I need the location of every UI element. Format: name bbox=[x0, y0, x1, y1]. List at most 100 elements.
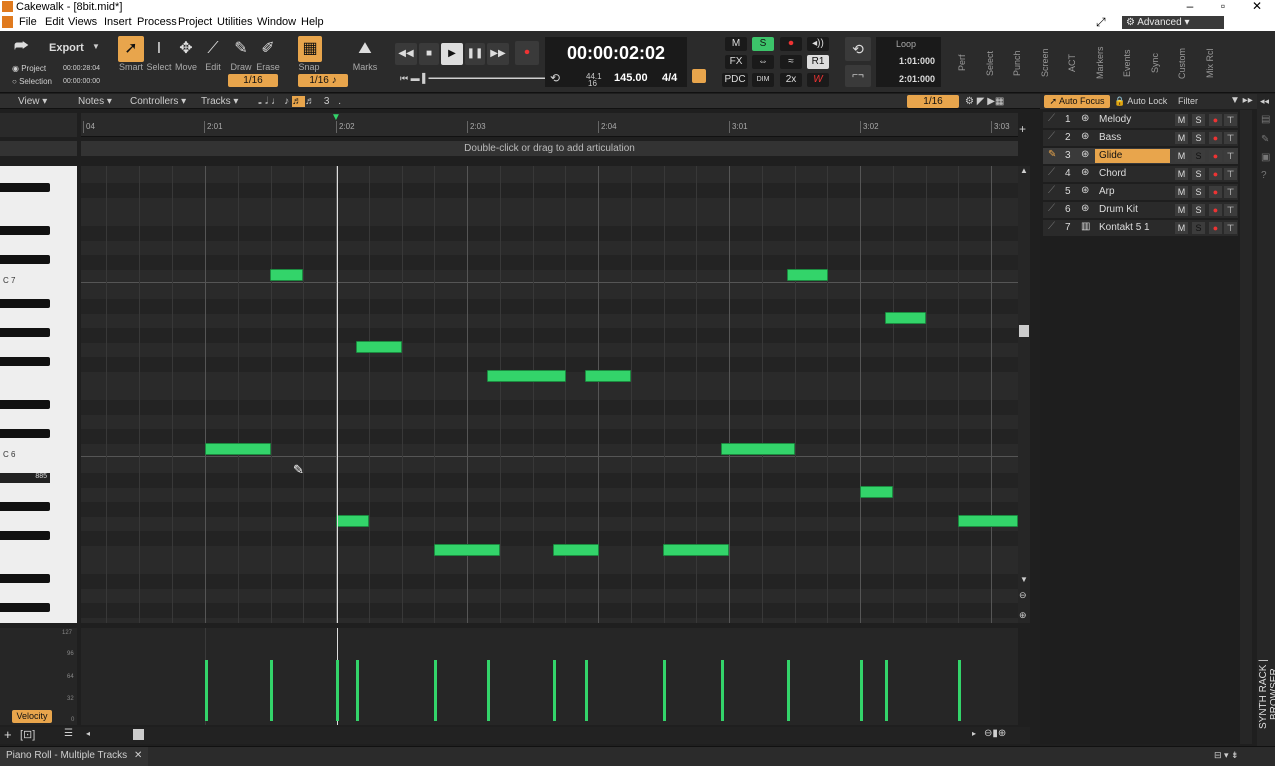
track-name[interactable]: Glide bbox=[1095, 149, 1170, 163]
track-row[interactable]: ⟋ 7 ▥ Kontakt 5 1 M S ● ⊤ bbox=[1043, 220, 1238, 236]
automation-button[interactable]: ≈ bbox=[780, 55, 802, 69]
menu-window[interactable]: Window bbox=[257, 16, 296, 28]
midi-note[interactable] bbox=[356, 341, 402, 353]
export-dropdown-icon[interactable]: ▼ bbox=[92, 42, 100, 51]
track-name[interactable]: Arp bbox=[1095, 185, 1170, 199]
fit-icon[interactable]: [⊡] bbox=[20, 728, 35, 741]
dock-options-icon[interactable]: ⊟ ▾ ⇟ bbox=[1214, 750, 1239, 761]
screen-module-tab[interactable]: Screen bbox=[1033, 37, 1057, 89]
hzoom-icons[interactable]: ⊖▮⊕ bbox=[984, 728, 1006, 739]
record-button[interactable]: ⏺ bbox=[515, 41, 539, 65]
midi-note[interactable] bbox=[663, 544, 729, 556]
menu-help[interactable]: Help bbox=[301, 16, 324, 28]
track-solo-button[interactable]: S bbox=[1192, 186, 1205, 198]
track-mute-button[interactable]: M bbox=[1175, 186, 1188, 198]
browser-icon[interactable]: ▤ bbox=[1261, 114, 1270, 125]
mixrcl-module-tab[interactable]: Mix Rcl bbox=[1198, 37, 1222, 89]
rewind-button[interactable]: ◀◀ bbox=[395, 43, 417, 65]
read-button[interactable]: R1 bbox=[807, 55, 829, 69]
velocity-bar[interactable] bbox=[721, 660, 724, 721]
velocity-bar[interactable] bbox=[585, 660, 588, 721]
track-row[interactable]: ⟋ 6 ⊛ Drum Kit M S ● ⊤ bbox=[1043, 202, 1238, 218]
midi-note[interactable] bbox=[487, 370, 566, 382]
loop-start[interactable]: 1:01:000 bbox=[899, 56, 935, 66]
track-name[interactable]: Chord bbox=[1095, 167, 1170, 181]
velocity-bar[interactable] bbox=[787, 660, 790, 721]
pencil-icon[interactable]: ⟋ bbox=[1048, 221, 1055, 232]
track-arm-button[interactable]: ● bbox=[1209, 186, 1222, 198]
notes-menu[interactable]: Notes ▾ bbox=[78, 95, 112, 108]
black-key[interactable] bbox=[0, 226, 50, 235]
custom-module-tab[interactable]: Custom bbox=[1170, 37, 1194, 89]
smart-tool-button[interactable]: ➚ bbox=[118, 36, 144, 62]
help-icon[interactable]: ? bbox=[1261, 170, 1267, 181]
track-row[interactable]: ⟋ 4 ⊛ Chord M S ● ⊤ bbox=[1043, 166, 1238, 182]
black-key[interactable] bbox=[0, 357, 50, 366]
track-mute-button[interactable]: M bbox=[1175, 204, 1188, 216]
vertical-scrollbar[interactable]: ▲ ▼ ⊖ ⊕ bbox=[1018, 166, 1030, 623]
track-row[interactable]: ✎ 3 ⊛ Glide M S ● ⊤ bbox=[1043, 148, 1238, 164]
track-mute-button[interactable]: M bbox=[1175, 168, 1188, 180]
track-solo-button[interactable]: S bbox=[1192, 168, 1205, 180]
dim-button[interactable]: DIM bbox=[752, 73, 774, 87]
velocity-bar[interactable] bbox=[860, 660, 863, 721]
workspace-select[interactable]: ⚙ Advanced ▾ bbox=[1122, 16, 1224, 29]
velocity-bar[interactable] bbox=[434, 660, 437, 721]
snap-value[interactable]: 1/16 ♪ bbox=[298, 74, 348, 87]
pause-button[interactable]: ❚❚ bbox=[465, 43, 485, 65]
snap-grid-button[interactable]: ▦ bbox=[298, 36, 322, 62]
scroll-thumb[interactable] bbox=[1019, 325, 1029, 337]
menu-insert[interactable]: Insert bbox=[104, 16, 132, 28]
piano-keyboard[interactable]: C 7 C 6 885 bbox=[0, 166, 77, 623]
track-name[interactable]: Drum Kit bbox=[1095, 203, 1170, 217]
track-filter-icon[interactable]: ⊤ bbox=[1224, 150, 1237, 162]
punch-toggle-icon[interactable]: ⌐¬ bbox=[845, 65, 871, 87]
scroll-right-icon[interactable]: ▸ bbox=[972, 729, 976, 738]
now-time-marker-icon[interactable]: ▼ bbox=[331, 112, 341, 123]
sync-module-tab[interactable]: Sync bbox=[1143, 37, 1167, 89]
edit-tool-button[interactable]: ⟋ bbox=[200, 36, 226, 62]
loop-toggle-icon[interactable]: ⟲ bbox=[845, 37, 871, 61]
midi-note[interactable] bbox=[885, 312, 926, 324]
track-arm-button[interactable]: ● bbox=[1209, 168, 1222, 180]
selection-radio[interactable]: ○ Selection bbox=[12, 77, 52, 86]
midi-note[interactable] bbox=[336, 515, 369, 527]
note-duration-icons[interactable]: 𝅝𝅗𝅥♩♪♬♬ 3 . bbox=[258, 95, 344, 108]
zoom-in-icon[interactable]: ⊕ bbox=[1019, 610, 1027, 621]
synth-icon[interactable]: ✎ bbox=[1261, 134, 1269, 145]
export-button[interactable]: Export bbox=[49, 42, 84, 54]
velocity-bar[interactable] bbox=[356, 660, 359, 721]
menu-icon[interactable]: ☰ bbox=[64, 728, 73, 739]
tool-snap-value[interactable]: 1/16 bbox=[228, 74, 278, 87]
write-button[interactable]: W bbox=[807, 73, 829, 87]
track-name[interactable]: Kontakt 5 1 bbox=[1095, 221, 1170, 235]
velocity-bar[interactable] bbox=[336, 660, 339, 721]
velocity-bar[interactable] bbox=[487, 660, 490, 721]
pencil-icon[interactable]: ⟋ bbox=[1048, 203, 1055, 214]
view-menu[interactable]: View ▾ bbox=[18, 95, 47, 108]
pr-options-icons[interactable]: ⚙ ◤ ▶▦ bbox=[965, 95, 1004, 108]
tab-close-icon[interactable]: ✕ bbox=[134, 750, 142, 761]
act-module-tab[interactable]: ACT bbox=[1060, 37, 1084, 89]
notes-icon[interactable]: ▣ bbox=[1261, 152, 1270, 163]
pencil-icon[interactable]: ⟋ bbox=[1048, 185, 1055, 196]
restore-button[interactable]: ▫ bbox=[1208, 0, 1238, 14]
menu-file[interactable]: File bbox=[19, 16, 37, 28]
track-panel-scrollbar[interactable] bbox=[1240, 110, 1252, 744]
add-controller-icon[interactable]: + bbox=[4, 727, 12, 742]
select-tool-button[interactable]: I bbox=[146, 36, 172, 62]
track-mute-button[interactable]: M bbox=[1175, 114, 1188, 126]
draw-tool-button[interactable]: ✎ bbox=[228, 36, 254, 62]
mute-button[interactable]: M bbox=[725, 37, 747, 51]
black-key[interactable] bbox=[0, 299, 50, 308]
midi-note[interactable] bbox=[958, 515, 1018, 527]
minimize-button[interactable]: – bbox=[1175, 0, 1205, 14]
midi-note[interactable] bbox=[860, 486, 893, 498]
perf-module-tab[interactable]: Perf bbox=[950, 37, 974, 89]
midi-note[interactable] bbox=[270, 269, 303, 281]
meter-value[interactable]: 4/4 bbox=[662, 72, 677, 84]
markers-module-tab[interactable]: Markers bbox=[1088, 37, 1112, 89]
note-grid[interactable]: ✎ bbox=[81, 166, 1018, 623]
project-radio[interactable]: ◉ Project bbox=[12, 64, 46, 73]
black-key[interactable] bbox=[0, 400, 50, 409]
